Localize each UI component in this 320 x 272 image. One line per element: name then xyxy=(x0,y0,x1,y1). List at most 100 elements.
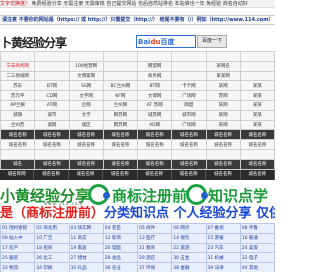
search-button[interactable]: 百度一下 xyxy=(197,35,227,48)
category-link[interactable]: 苏元平 xyxy=(0,90,36,101)
search-box[interactable]: Baidu百度 xyxy=(136,35,196,48)
category-link[interactable]: 某某 xyxy=(239,90,276,101)
category-link[interactable]: 城名名称 xyxy=(171,129,207,141)
category-link[interactable] xyxy=(239,70,276,82)
category-link[interactable] xyxy=(34,51,70,62)
grid-link[interactable]: 30 五金 xyxy=(171,252,207,264)
category-link[interactable]: 文字网 xyxy=(68,90,104,101)
grid-link[interactable]: 07 推视 xyxy=(205,223,241,234)
category-link[interactable]: 网盟 xyxy=(171,99,207,111)
category-link[interactable]: 某网 xyxy=(205,119,241,131)
category-link[interactable]: AD网 xyxy=(136,119,173,131)
category-link[interactable]: 城市网 xyxy=(171,109,207,121)
grid-link[interactable]: 19 家居 xyxy=(68,242,104,254)
category-link[interactable]: 某网名 xyxy=(205,60,241,72)
category-link[interactable]: 某某 xyxy=(239,80,276,92)
category-link[interactable]: 城名名称 xyxy=(205,129,241,141)
category-link[interactable]: 城名名称 xyxy=(171,139,207,150)
category-link[interactable]: 城名 xyxy=(0,158,36,170)
grid-link[interactable]: 03 快实网 xyxy=(68,223,104,234)
grid-link[interactable]: 25 服装 xyxy=(0,252,36,264)
grid-link[interactable]: 33 物流 xyxy=(0,262,36,272)
category-link[interactable] xyxy=(34,148,70,160)
search-input[interactable] xyxy=(155,37,195,46)
category-link[interactable]: 广场网 xyxy=(171,90,207,101)
category-link[interactable]: 城名名称 xyxy=(0,129,36,141)
category-link[interactable]: 城名名称 xyxy=(239,129,276,141)
category-link[interactable]: 城名名称 xyxy=(239,139,276,150)
category-link[interactable]: 某某 xyxy=(239,109,276,121)
category-link[interactable] xyxy=(239,60,276,72)
category-link[interactable] xyxy=(68,148,104,160)
grid-link[interactable]: 23 汽车 xyxy=(205,242,241,254)
category-link[interactable]: 文学 xyxy=(68,109,104,121)
grid-link[interactable]: 05 商件 xyxy=(136,223,173,234)
category-link[interactable] xyxy=(102,70,139,82)
category-link[interactable]: 网盟网 xyxy=(136,60,173,72)
grid-link[interactable]: 11 商实 xyxy=(68,232,104,244)
category-link[interactable]: 城名名称 xyxy=(68,139,104,150)
category-link[interactable]: 兰州苏 xyxy=(0,119,36,131)
category-link[interactable]: AT 苏网 xyxy=(136,99,173,111)
category-link[interactable]: 城名名称 xyxy=(136,129,173,141)
grid-link[interactable]: 01 围村速接 xyxy=(0,223,36,234)
category-link[interactable]: 城名名称 xyxy=(136,158,173,170)
category-link[interactable] xyxy=(0,51,36,62)
category-link[interactable] xyxy=(136,148,173,160)
category-link[interactable]: 某某 xyxy=(239,119,276,131)
grid-link[interactable]: 39 法律 xyxy=(205,262,241,272)
category-link[interactable]: 城名名称 xyxy=(102,158,139,170)
category-link[interactable] xyxy=(136,51,173,62)
category-link[interactable]: 城镇 xyxy=(0,109,36,121)
category-link[interactable]: 二三地域网 xyxy=(0,70,36,82)
category-link[interactable]: 城名名称 xyxy=(68,129,104,141)
category-link[interactable]: BT网 xyxy=(136,80,173,92)
category-link[interactable]: 城名名称 xyxy=(34,129,70,141)
category-link[interactable]: 城名名称 xyxy=(205,139,241,150)
grid-link[interactable]: 32 电子 xyxy=(239,252,276,264)
category-link[interactable]: 城名名称 xyxy=(239,158,276,170)
grid-link[interactable]: 09 站入中 xyxy=(0,232,36,244)
category-link[interactable]: 商务网 xyxy=(136,70,173,82)
grid-link[interactable]: 20 电脑 xyxy=(102,242,139,254)
category-link[interactable] xyxy=(239,148,276,160)
footer-bar-link[interactable]: 城名名称 xyxy=(103,170,138,180)
category-link[interactable]: 苏乐 xyxy=(0,80,36,92)
category-link[interactable]: 城名名称 xyxy=(102,139,139,150)
grid-link[interactable]: 02 商化用 xyxy=(34,223,70,234)
category-link[interactable]: 城苏网 xyxy=(136,109,173,121)
category-link[interactable] xyxy=(102,148,139,160)
grid-link[interactable]: 15 游报 xyxy=(205,232,241,244)
category-link[interactable]: 网苏网 xyxy=(102,119,139,131)
category-link[interactable] xyxy=(34,70,70,82)
grid-link[interactable]: 26 化工 xyxy=(34,252,70,264)
grid-link[interactable]: 12 新项 xyxy=(102,232,139,244)
category-link[interactable]: AT网 xyxy=(34,99,70,111)
category-link[interactable] xyxy=(102,51,139,62)
grid-link[interactable]: 10 广告 xyxy=(34,232,70,244)
grid-link[interactable]: 31 机械 xyxy=(205,252,241,264)
category-link[interactable]: 企网 xyxy=(68,99,104,111)
category-link[interactable]: 苏网 xyxy=(205,90,241,101)
category-link[interactable]: 100经营网 xyxy=(68,60,104,72)
category-link[interactable] xyxy=(68,51,104,62)
grid-link[interactable]: 17 房产 xyxy=(0,242,36,254)
footer-bar-link[interactable]: 城名名称 xyxy=(34,170,69,180)
category-link[interactable]: BT网 xyxy=(34,80,70,92)
grid-link[interactable]: 08 平鲁 xyxy=(239,223,276,234)
category-link[interactable]: 某网 xyxy=(205,80,241,92)
grid-link[interactable]: 27 建材 xyxy=(68,252,104,264)
grid-link[interactable]: 21 教育 xyxy=(136,242,173,254)
category-link[interactable]: 城名名称 xyxy=(205,158,241,170)
category-link[interactable]: 城名名称 xyxy=(102,129,139,141)
category-link[interactable]: 城名名称 xyxy=(34,139,70,150)
category-link[interactable]: BC兰州网 xyxy=(102,80,139,92)
grid-link[interactable]: 35 礼品 xyxy=(68,262,104,272)
category-link[interactable] xyxy=(171,60,207,72)
category-link[interactable]: 文博家网 xyxy=(68,70,104,82)
category-link[interactable]: 广场网 xyxy=(171,119,207,131)
footer-bar-link[interactable]: 城名名称 xyxy=(206,170,241,180)
grid-link[interactable]: 22 旅游 xyxy=(171,242,207,254)
grid-link[interactable]: 04 装苗 xyxy=(102,223,139,234)
grid-link[interactable]: 24 美容 xyxy=(239,242,276,254)
